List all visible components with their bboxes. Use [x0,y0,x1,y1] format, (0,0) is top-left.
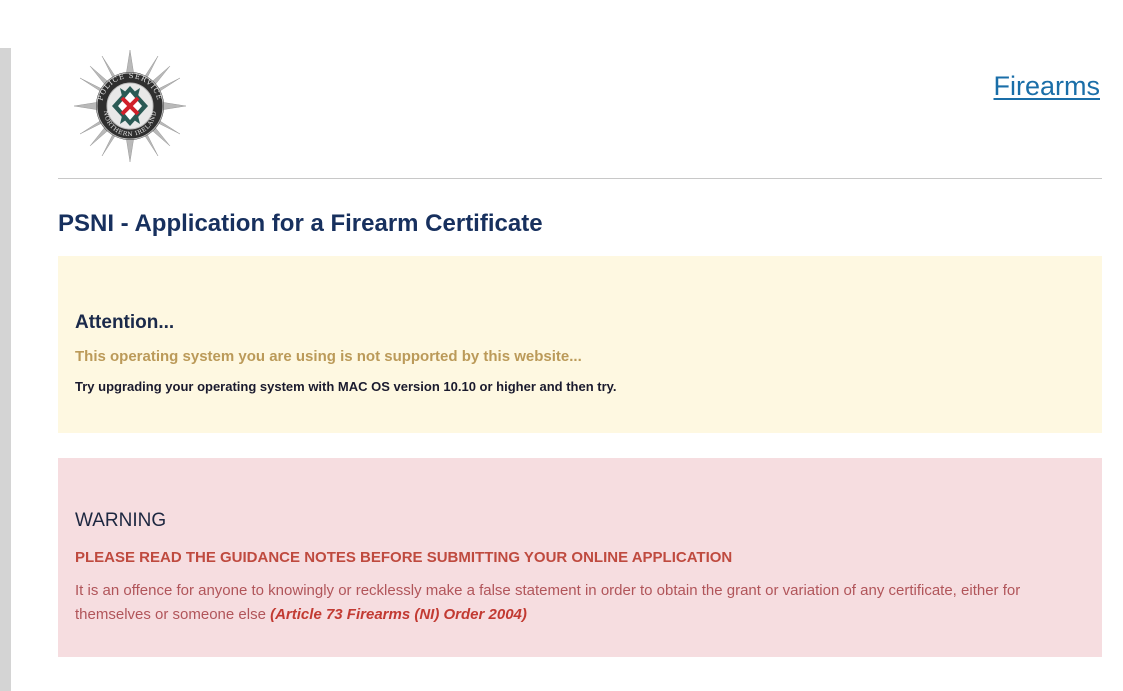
warning-alert: WARNING PLEASE READ THE GUIDANCE NOTES B… [58,458,1102,657]
page-container: POLICE SERVICE NORTHERN IRELAND Firearms… [58,0,1102,691]
warning-heading: WARNING [75,510,167,531]
psni-crest-logo[interactable]: POLICE SERVICE NORTHERN IRELAND [72,48,188,164]
offence-statement: It is an offence for anyone to knowingly… [75,579,1085,627]
attention-heading: Attention... [75,312,175,333]
legal-reference: (Article 73 Firearms (NI) Order 2004) [270,606,527,623]
unsupported-os-message: This operating system you are using is n… [75,348,582,365]
firearms-link[interactable]: Firearms [994,71,1101,102]
offence-text: It is an offence for anyone to knowingly… [75,582,1021,623]
page-title: PSNI - Application for a Firearm Certifi… [58,210,543,237]
site-header: POLICE SERVICE NORTHERN IRELAND Firearms [58,0,1102,180]
guidance-notice: PLEASE READ THE GUIDANCE NOTES BEFORE SU… [75,549,733,566]
header-divider [58,178,1102,179]
left-edge-bar [0,48,11,691]
attention-alert: Attention... This operating system you a… [58,256,1102,433]
crest-icon: POLICE SERVICE NORTHERN IRELAND [73,49,187,163]
upgrade-hint: Try upgrading your operating system with… [75,379,617,394]
